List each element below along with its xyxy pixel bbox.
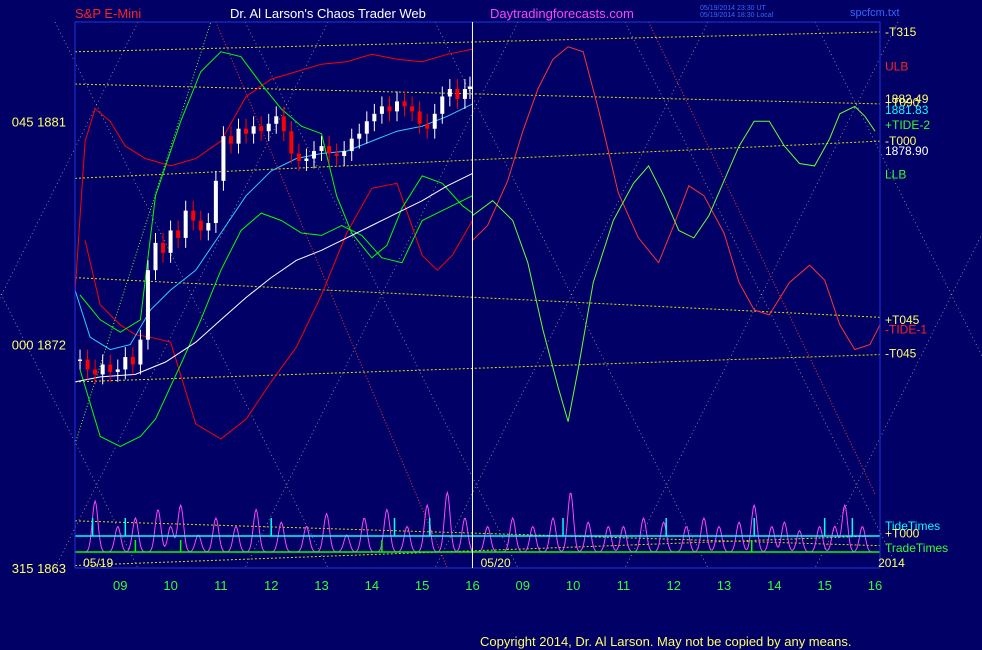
x-tick-label: 16 (868, 578, 882, 593)
price-bar-body (108, 364, 113, 372)
price-bar-body (379, 106, 384, 114)
site-link[interactable]: Daytradingforecasts.com (490, 6, 634, 21)
x-tick-label: 14 (767, 578, 781, 593)
price-bar-body (161, 242, 166, 253)
price-bar-body (364, 121, 369, 134)
price-bar-body (93, 369, 98, 375)
price-bar-body (115, 369, 120, 372)
right-label: -TIDE-1 (885, 323, 927, 337)
price-bar-body (213, 180, 218, 224)
right-label: -T045 (885, 346, 917, 360)
price-bar-body (130, 357, 135, 365)
x-tick-label: 14 (365, 578, 379, 593)
price-bar-body (274, 116, 279, 124)
price-bar-body (402, 101, 407, 107)
right-label: +TIDE-2 (885, 118, 930, 132)
timestamp-ut: 05/19/2014 23:30 UT (700, 5, 766, 12)
price-bar-body (153, 242, 158, 271)
price-bar-body (251, 126, 256, 134)
chart-title: Dr. Al Larson's Chaos Trader Web (230, 6, 426, 21)
price-bar-body (425, 123, 430, 129)
price-bar-body (191, 210, 196, 221)
price-bar-body (123, 357, 128, 370)
price-bar-body (357, 133, 362, 139)
x-tick-label: 11 (214, 578, 228, 593)
right-label: -T315 (885, 25, 917, 39)
x-tick-label: 11 (617, 578, 631, 593)
right-label: +T000 (885, 526, 920, 540)
price-bar-body (417, 111, 422, 124)
price-bar-body (304, 158, 309, 161)
price-bar-body (206, 223, 211, 231)
price-bar-body (198, 220, 203, 231)
x-tick-label: 13 (314, 578, 328, 593)
price-bar-body (319, 146, 324, 152)
price-bar-body (334, 153, 339, 157)
price-bar-body (85, 359, 90, 370)
x-tick-label: 12 (666, 578, 680, 593)
price-bar-body (455, 89, 460, 99)
date-label: 05/19 (83, 556, 113, 570)
y-tick-label: 315 1863 (12, 561, 66, 576)
price-bar-body (289, 131, 294, 154)
price-bar-body (410, 106, 415, 112)
timestamp-local: 05/19/2014 18:30 Local (700, 12, 774, 19)
data-filename: spcfcm.txt (850, 7, 900, 19)
price-bar-body (244, 128, 249, 134)
copyright-notice: Copyright 2014, Dr. Al Larson. May not b… (480, 634, 851, 649)
date-label: 2014 (878, 556, 905, 570)
x-tick-label: 09 (516, 578, 530, 593)
price-bar-body (228, 136, 233, 144)
price-bar-body (145, 270, 150, 340)
right-label: TradeTimes (885, 541, 948, 555)
x-tick-label: 13 (717, 578, 731, 593)
price-bar-body (462, 89, 467, 99)
price-bar-body (176, 230, 181, 238)
price-bar-body (395, 101, 399, 112)
price-bar-body (311, 151, 316, 159)
x-tick-label: 16 (465, 578, 479, 593)
price-bar-body (78, 359, 83, 362)
x-tick-label: 10 (163, 578, 177, 593)
price-bar-body (168, 230, 173, 253)
price-bar-body (221, 136, 226, 181)
price-bar-body (183, 210, 188, 238)
date-label: 05/20 (481, 556, 511, 570)
chaos-trader-chart: 045 1881 000 1872 315 1863 09 10 11 12 13 14 15 16… (0, 0, 982, 650)
right-label: ULB (885, 60, 908, 74)
right-label: 1878.90 (885, 144, 929, 158)
price-bar-body (138, 339, 143, 365)
price-bar-body (387, 106, 392, 112)
instrument-label: S&P E-Mini (75, 6, 141, 21)
price-bar-body (100, 364, 105, 375)
x-tick-label: 15 (415, 578, 429, 593)
price-bar-body (372, 113, 377, 122)
y-tick-label: 000 1872 (12, 338, 66, 353)
x-tick-label: 09 (113, 578, 127, 593)
price-bar-body (259, 126, 264, 132)
price-bar-body (342, 151, 347, 157)
right-label: 1881.83 (885, 103, 929, 117)
price-bar-body (440, 96, 445, 114)
price-bar-body (349, 138, 354, 152)
y-tick-label: 045 1881 (12, 114, 66, 129)
price-bar-body (266, 123, 271, 132)
x-tick-label: 15 (817, 578, 831, 593)
price-bar-body (236, 128, 241, 144)
price-bar-body (447, 89, 452, 97)
price-bar-body (467, 86, 472, 90)
right-label: LLB (885, 168, 906, 182)
price-bar-body (432, 113, 437, 129)
x-tick-label: 12 (264, 578, 278, 593)
x-tick-label: 10 (566, 578, 580, 593)
price-bar-body (281, 116, 286, 132)
price-bar-body (296, 153, 301, 161)
price-bar-body (327, 146, 332, 154)
